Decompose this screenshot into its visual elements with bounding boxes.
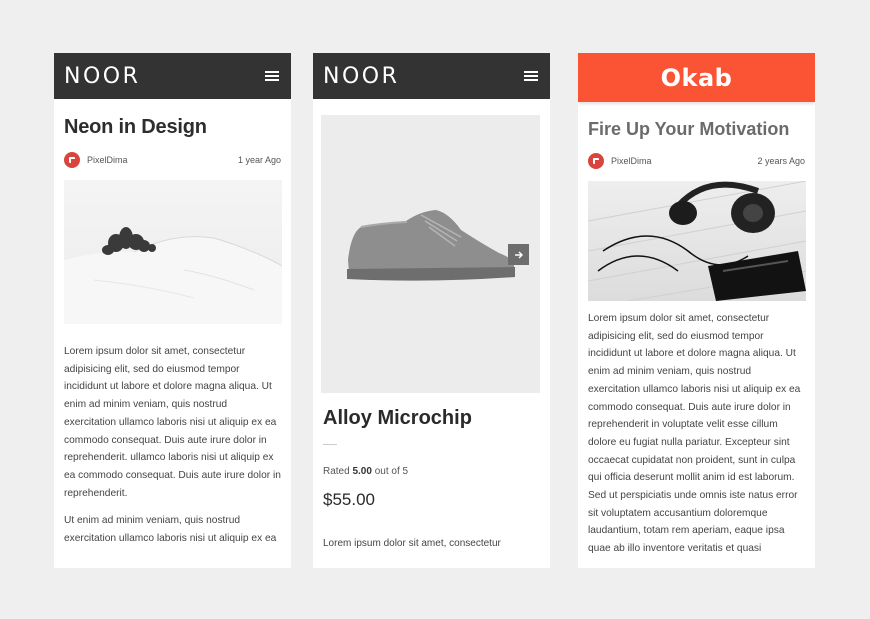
post-title[interactable]: Neon in Design	[64, 116, 281, 139]
author-avatar	[64, 152, 80, 168]
post-image-snow-hill	[64, 180, 282, 324]
header-bar: Okab	[578, 53, 815, 102]
post-body-paragraph: Ut enim ad minim veniam, quis nostrud ex…	[64, 515, 277, 545]
header-bar: NOOR	[313, 53, 550, 99]
post-date: 1 year Ago	[237, 155, 281, 165]
product-rating: Rated 5.00 out of 5	[323, 466, 409, 477]
post-body-paragraph: Lorem ipsum dolor sit amet, consectetur …	[64, 346, 281, 499]
product-image-sneaker	[321, 115, 540, 393]
post-date: 2 years Ago	[757, 156, 805, 166]
logo[interactable]: NOOR	[64, 64, 140, 89]
post-title[interactable]: Fire Up Your Motivation	[588, 119, 805, 140]
product-price: $55.00	[323, 490, 375, 509]
author-avatar	[588, 153, 604, 169]
product-title[interactable]: Alloy Microchip	[323, 407, 540, 430]
menu-icon[interactable]	[524, 71, 538, 81]
author-name[interactable]: PixelDima	[87, 155, 128, 165]
phone-preview-okab: Okab Fire Up Your Motivation PixelDima 2…	[578, 53, 815, 568]
logo[interactable]: Okab	[661, 64, 733, 92]
product-description: Lorem ipsum dolor sit amet, consectetur	[323, 538, 501, 549]
phone-preview-product: NOOR Alloy Microchip Rated 5.00 out of 5…	[313, 53, 550, 568]
post-meta: PixelDima 1 year Ago	[64, 152, 281, 168]
post-image-headphones	[588, 181, 806, 301]
logo[interactable]: NOOR	[323, 64, 399, 89]
phone-preview-blog: NOOR Neon in Design PixelDima 1 year Ago	[54, 53, 291, 568]
arrow-right-icon[interactable]	[508, 244, 529, 265]
menu-icon[interactable]	[265, 71, 279, 81]
header-bar: NOOR	[54, 53, 291, 99]
post-body-paragraph: Lorem ipsum dolor sit amet, consectetur …	[588, 313, 801, 555]
divider	[323, 444, 337, 445]
rating-value: 5.00	[352, 466, 372, 477]
post-meta: PixelDima 2 years Ago	[588, 153, 805, 169]
author-name[interactable]: PixelDima	[611, 156, 652, 166]
